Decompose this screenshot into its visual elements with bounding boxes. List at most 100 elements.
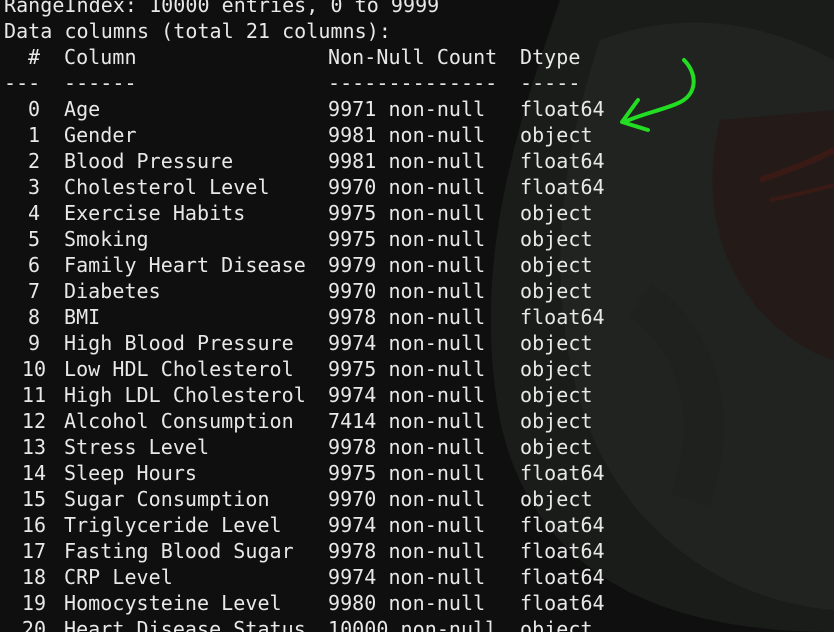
table-row: 9 High Blood Pressure 9974 non-null object <box>4 330 605 356</box>
table-row: 12 Alcohol Consumption 7414 non-null object <box>4 408 605 434</box>
row-non-null-count: 9978 non-null <box>328 435 486 459</box>
green-arrow-icon <box>620 58 696 132</box>
row-non-null-count: 9978 non-null <box>328 539 486 563</box>
row-non-null-count: 9981 non-null <box>328 123 486 147</box>
table-row: 11 High LDL Cholesterol 9974 non-null objec… <box>4 382 605 408</box>
row-index: 20 <box>21 617 47 632</box>
table-row: 16 Triglyceride Level 9974 non-null float64 <box>4 512 605 538</box>
row-index: 10 <box>21 357 47 381</box>
row-index: 4 <box>27 201 41 225</box>
row-index: 16 <box>21 513 47 537</box>
row-column-name: Diabetes <box>64 279 161 303</box>
row-non-null-count: 9978 non-null <box>328 305 486 329</box>
row-dtype: object <box>520 279 593 303</box>
row-index: 0 <box>27 97 41 121</box>
row-dtype: float64 <box>520 175 605 199</box>
row-index: 13 <box>21 435 47 459</box>
column-list: 0 Age 9971 non-null float64 1 Gender 9981 non-… <box>4 96 605 632</box>
row-dtype: float64 <box>520 149 605 173</box>
table-row: 3 Cholesterol Level 9970 non-null float64 <box>4 174 605 200</box>
row-column-name: Fasting Blood Sugar <box>64 539 294 563</box>
row-column-name: Triglyceride Level <box>64 513 282 537</box>
table-row: 6 Family Heart Disease 9979 non-null object <box>4 252 605 278</box>
separator-dtype: ----- <box>520 71 581 95</box>
table-row: 8 BMI 9978 non-null float64 <box>4 304 605 330</box>
row-dtype: float64 <box>520 513 605 537</box>
row-index: 2 <box>27 149 41 173</box>
row-non-null-count: 9975 non-null <box>328 461 486 485</box>
row-dtype: float64 <box>520 461 605 485</box>
row-column-name: Exercise Habits <box>64 201 246 225</box>
row-column-name: BMI <box>64 305 101 329</box>
row-dtype: object <box>520 123 593 147</box>
row-column-name: Low HDL Cholesterol <box>64 357 294 381</box>
row-non-null-count: 7414 non-null <box>328 409 486 433</box>
row-column-name: Stress Level <box>64 435 210 459</box>
row-non-null-count: 9970 non-null <box>328 175 486 199</box>
table-row: 2 Blood Pressure 9981 non-null float64 <box>4 148 605 174</box>
row-non-null-count: 9975 non-null <box>328 201 486 225</box>
row-dtype: object <box>520 201 593 225</box>
console-output: RangeIndex: 10000 entries, 0 to 9999 Dat… <box>4 0 605 632</box>
summary-line: Data columns (total 21 columns): <box>4 19 391 43</box>
row-dtype: float64 <box>520 97 605 121</box>
row-dtype: float64 <box>520 539 605 563</box>
separator-column: ------ <box>64 71 137 95</box>
row-dtype: object <box>520 253 593 277</box>
row-index: 19 <box>21 591 47 615</box>
row-non-null-count: 9970 non-null <box>328 487 486 511</box>
row-non-null-count: 10000 non-null <box>328 617 498 632</box>
table-row: 14 Sleep Hours 9975 non-null float64 <box>4 460 605 486</box>
row-index: 12 <box>21 409 47 433</box>
row-column-name: Smoking <box>64 227 149 251</box>
row-column-name: Alcohol Consumption <box>64 409 294 433</box>
row-non-null-count: 9975 non-null <box>328 227 486 251</box>
row-dtype: object <box>520 487 593 511</box>
table-row: 0 Age 9971 non-null float64 <box>4 96 605 122</box>
header-column: Column <box>64 45 137 69</box>
row-index: 7 <box>27 279 41 303</box>
row-non-null-count: 9971 non-null <box>328 97 486 121</box>
row-non-null-count: 9979 non-null <box>328 253 486 277</box>
row-column-name: High Blood Pressure <box>64 331 294 355</box>
row-index: 18 <box>21 565 47 589</box>
row-column-name: Sugar Consumption <box>64 487 270 511</box>
row-non-null-count: 9974 non-null <box>328 565 486 589</box>
table-row: 4 Exercise Habits 9975 non-null object <box>4 200 605 226</box>
table-row: 20 Heart Disease Status 10000 non-null obje… <box>4 616 605 632</box>
row-index: 15 <box>21 487 47 511</box>
row-column-name: Cholesterol Level <box>64 175 270 199</box>
separator-idx: --- <box>4 71 41 95</box>
row-column-name: Family Heart Disease <box>64 253 306 277</box>
row-index: 1 <box>27 123 41 147</box>
separator-row: --- ------ -------------- ----- <box>4 70 605 96</box>
table-row: 10 Low HDL Cholesterol 9975 non-null object <box>4 356 605 382</box>
row-index: 6 <box>27 253 41 277</box>
row-index: 11 <box>21 383 47 407</box>
row-column-name: Homocysteine Level <box>64 591 282 615</box>
row-non-null-count: 9980 non-null <box>328 591 486 615</box>
row-non-null-count: 9970 non-null <box>328 279 486 303</box>
row-index: 9 <box>27 331 41 355</box>
row-column-name: Blood Pressure <box>64 149 234 173</box>
row-dtype: object <box>520 357 593 381</box>
table-row: 18 CRP Level 9974 non-null float64 <box>4 564 605 590</box>
separator-count: -------------- <box>328 71 498 95</box>
table-row: 17 Fasting Blood Sugar 9978 non-null float6… <box>4 538 605 564</box>
row-dtype: float64 <box>520 305 605 329</box>
row-dtype: float64 <box>520 565 605 589</box>
row-non-null-count: 9975 non-null <box>328 357 486 381</box>
row-dtype: object <box>520 331 593 355</box>
row-index: 17 <box>21 539 47 563</box>
row-column-name: Sleep Hours <box>64 461 198 485</box>
row-non-null-count: 9981 non-null <box>328 149 486 173</box>
row-dtype: object <box>520 617 593 632</box>
table-row: 7 Diabetes 9970 non-null object <box>4 278 605 304</box>
header-row: # Column Non-Null Count Dtype <box>4 44 605 70</box>
header-count: Non-Null Count <box>328 45 498 69</box>
row-column-name: CRP Level <box>64 565 173 589</box>
row-dtype: object <box>520 227 593 251</box>
partial-top-line: RangeIndex: 10000 entries, 0 to 9999 <box>4 0 440 17</box>
row-dtype: object <box>520 435 593 459</box>
table-row: 13 Stress Level 9978 non-null object <box>4 434 605 460</box>
